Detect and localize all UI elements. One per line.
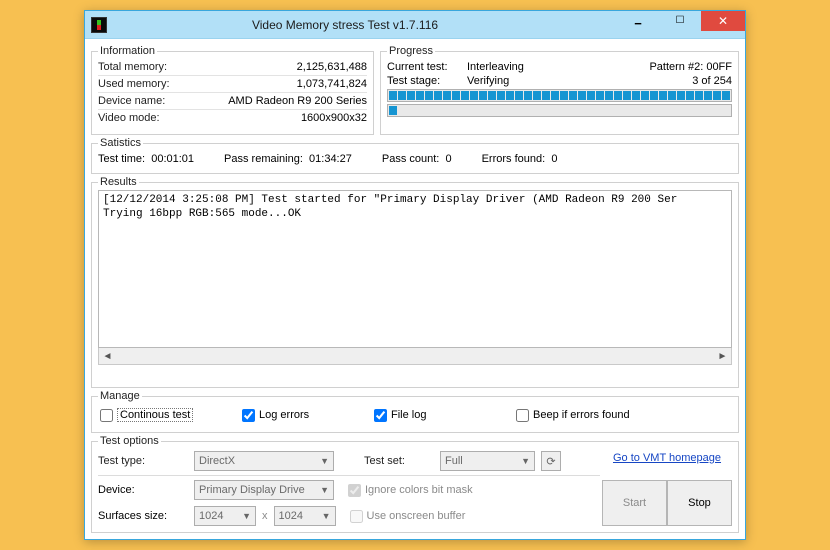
file-log-checkbox[interactable]	[374, 409, 387, 422]
device-label: Device:	[98, 484, 188, 496]
maximize-button[interactable]	[659, 11, 701, 31]
results-scrollbar[interactable]: ◄ ►	[98, 348, 732, 365]
scroll-left-icon[interactable]: ◄	[99, 348, 116, 364]
title-bar[interactable]: Video Memory stress Test v1.7.116	[85, 11, 745, 39]
start-button[interactable]: Start	[602, 480, 667, 526]
results-legend: Results	[98, 176, 139, 188]
beep-checkbox[interactable]	[516, 409, 529, 422]
chevron-down-icon: ▼	[521, 456, 530, 466]
progress-group: Progress Current test: Interleaving Patt…	[380, 45, 739, 135]
app-window: Video Memory stress Test v1.7.116 Inform…	[84, 10, 746, 540]
manage-group: Manage Continous test Log errors File lo…	[91, 390, 739, 433]
test-type-label: Test type:	[98, 455, 188, 467]
information-group: Information Total memory:2,125,631,488 U…	[91, 45, 374, 135]
statistics-group: Satistics Test time: 00:01:01 Pass remai…	[91, 137, 739, 174]
chevron-down-icon: ▼	[242, 511, 251, 521]
use-onscreen-checkbox	[350, 510, 363, 523]
surfaces-size-label: Surfaces size:	[98, 510, 188, 522]
ignore-colors-label: Ignore colors bit mask	[365, 484, 473, 496]
chevron-down-icon: ▼	[322, 511, 331, 521]
test-options-legend: Test options	[98, 435, 161, 447]
stop-button[interactable]: Stop	[667, 480, 732, 526]
statistics-legend: Satistics	[98, 137, 143, 149]
device-select[interactable]: Primary Display Drive▼	[194, 480, 334, 500]
log-errors-label: Log errors	[259, 409, 309, 421]
continuous-test-label: Continous test	[117, 408, 193, 422]
log-errors-checkbox[interactable]	[242, 409, 255, 422]
beep-label: Beep if errors found	[533, 409, 630, 421]
progress-legend: Progress	[387, 45, 435, 57]
test-set-select[interactable]: Full▼	[440, 451, 535, 471]
manage-legend: Manage	[98, 390, 142, 402]
app-icon	[91, 17, 107, 33]
ignore-colors-checkbox	[348, 484, 361, 497]
test-type-select[interactable]: DirectX▼	[194, 451, 334, 471]
use-onscreen-label: Use onscreen buffer	[367, 510, 466, 522]
refresh-button[interactable]: ⟳	[541, 451, 561, 471]
progress-bar-total	[387, 89, 732, 102]
close-button[interactable]	[701, 11, 745, 31]
homepage-link[interactable]: Go to VMT homepage	[602, 452, 732, 480]
refresh-icon: ⟳	[546, 455, 555, 468]
file-log-label: File log	[391, 409, 426, 421]
test-options-group: Test options Test type: DirectX▼ Test se…	[91, 435, 739, 533]
information-legend: Information	[98, 45, 157, 57]
chevron-down-icon: ▼	[320, 456, 329, 466]
window-title: Video Memory stress Test v1.7.116	[113, 18, 617, 32]
results-group: Results [12/12/2014 3:25:08 PM] Test sta…	[91, 176, 739, 388]
progress-bar-stage	[387, 104, 732, 117]
surface-height-select[interactable]: 1024▼	[274, 506, 336, 526]
surface-width-select[interactable]: 1024▼	[194, 506, 256, 526]
test-set-label: Test set:	[364, 455, 434, 467]
minimize-button[interactable]	[617, 11, 659, 31]
results-textarea[interactable]: [12/12/2014 3:25:08 PM] Test started for…	[98, 190, 732, 348]
scroll-right-icon[interactable]: ►	[714, 348, 731, 364]
chevron-down-icon: ▼	[320, 485, 329, 495]
continuous-test-checkbox[interactable]	[100, 409, 113, 422]
